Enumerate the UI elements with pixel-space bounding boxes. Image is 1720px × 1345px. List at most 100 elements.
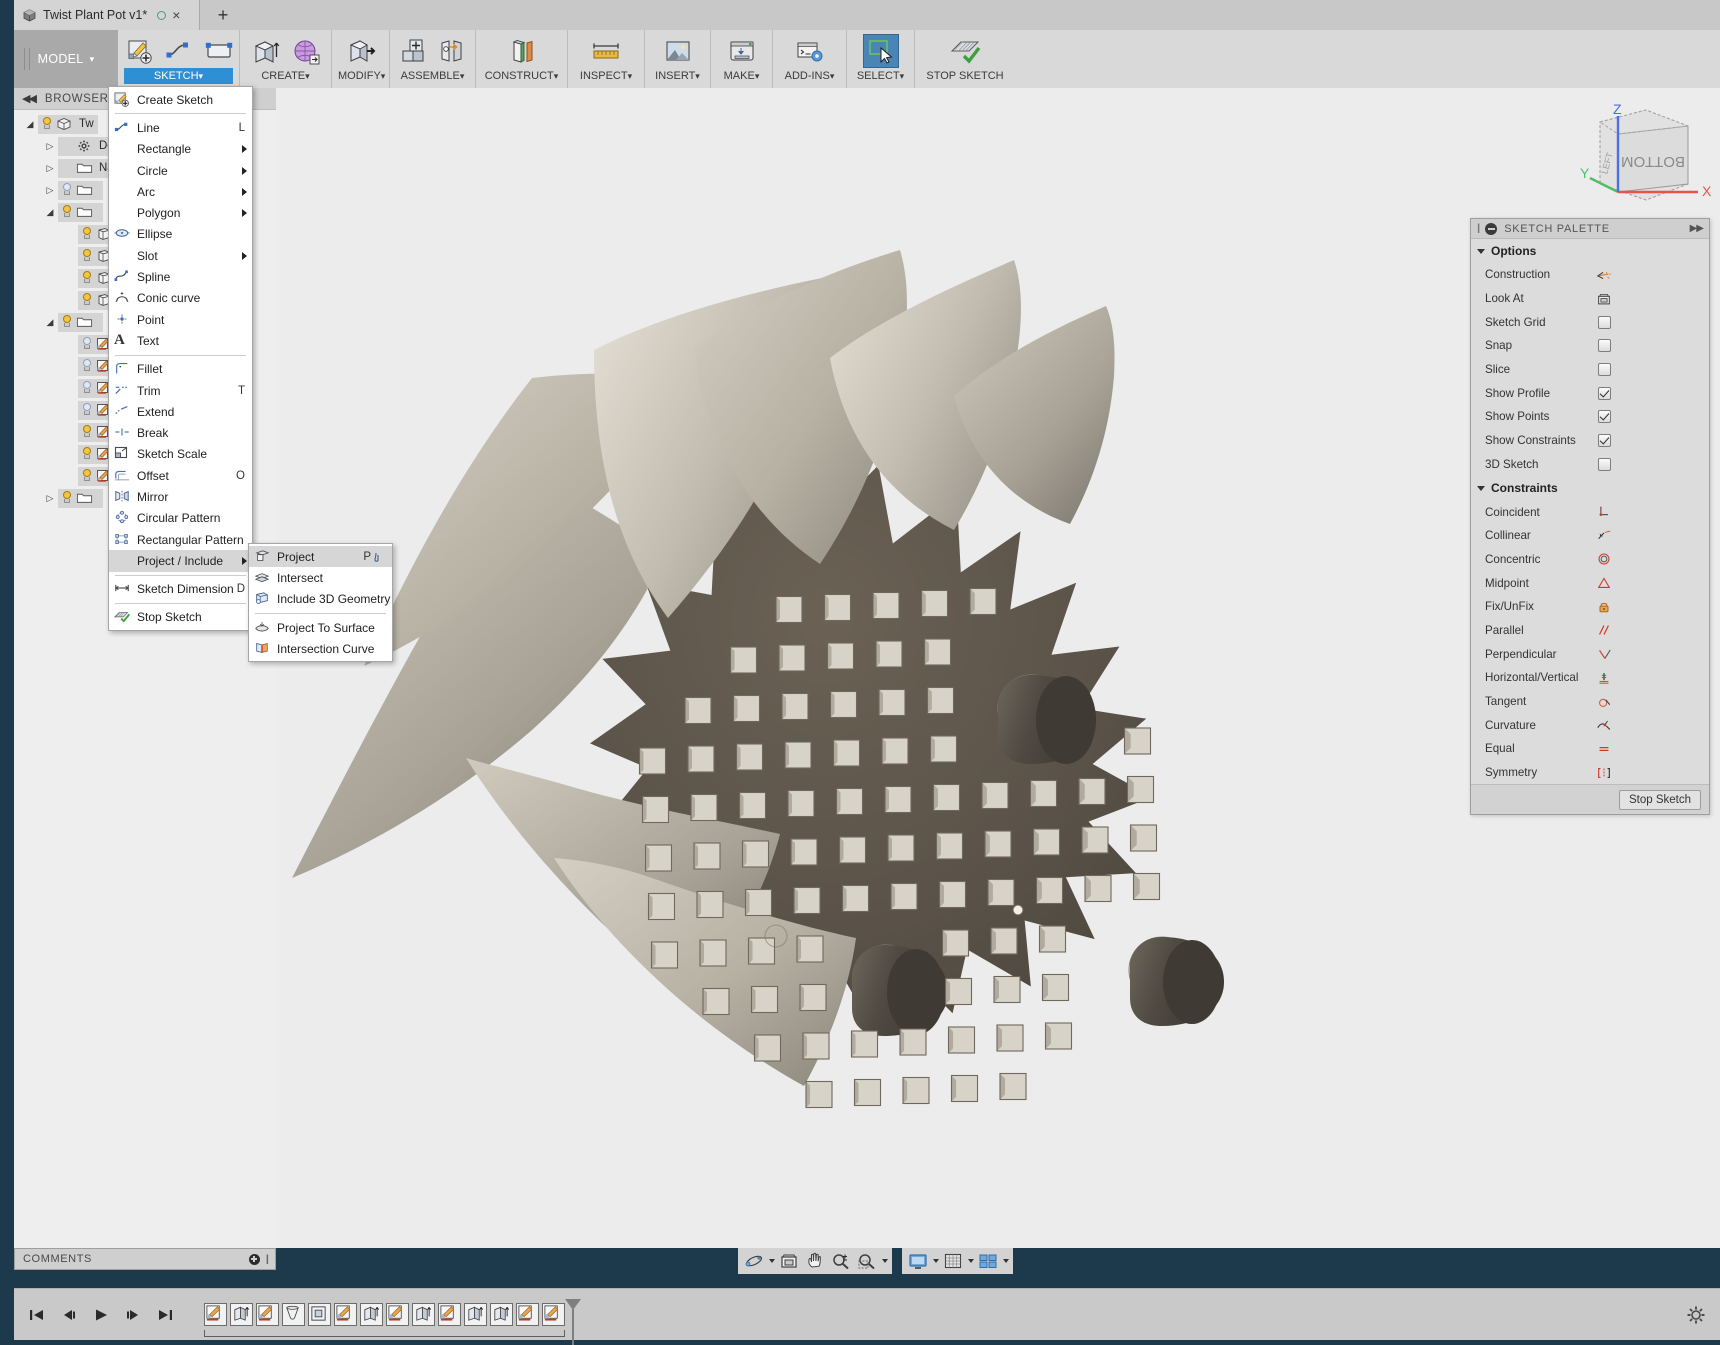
equal-constraint-icon[interactable] bbox=[1596, 742, 1612, 756]
menu-item-rectangle[interactable]: Rectangle bbox=[109, 139, 252, 160]
expand-arrow-icon[interactable]: ▷ bbox=[42, 163, 58, 174]
grip-icon[interactable]: || bbox=[1477, 223, 1481, 234]
menu-item-trim[interactable]: Trim T bbox=[109, 380, 252, 401]
collinear-constraint-icon[interactable] bbox=[1596, 529, 1612, 543]
offset-plane-icon[interactable] bbox=[504, 34, 540, 68]
new-component-icon[interactable] bbox=[395, 34, 431, 68]
submenu-item-project-to-surface[interactable]: Project To Surface bbox=[249, 617, 392, 638]
timeline-feature-sketch[interactable] bbox=[334, 1303, 357, 1326]
palette-row-concentric[interactable]: Concentric bbox=[1471, 548, 1709, 572]
palette-row-look-at[interactable]: Look At bbox=[1471, 287, 1709, 311]
timeline-feature-extrude[interactable] bbox=[412, 1303, 435, 1326]
ribbon-group-label-assemble[interactable]: ASSEMBLE▾ bbox=[396, 68, 469, 84]
submenu-item-project[interactable]: Project P bbox=[249, 546, 392, 568]
menu-item-extend[interactable]: Extend bbox=[109, 401, 252, 422]
ribbon-group-label-modify[interactable]: MODIFY▾ bbox=[338, 68, 385, 84]
palette-row-tangent[interactable]: Tangent bbox=[1471, 690, 1709, 714]
look-at-icon[interactable] bbox=[777, 1250, 801, 1272]
grip-icon[interactable]: || bbox=[266, 1254, 270, 1265]
visibility-bulb-icon[interactable] bbox=[78, 270, 96, 286]
timeline-settings-icon[interactable] bbox=[1686, 1305, 1706, 1325]
visibility-bulb-icon[interactable] bbox=[38, 116, 56, 132]
visibility-bulb-icon[interactable] bbox=[78, 226, 96, 242]
visibility-bulb-icon[interactable] bbox=[78, 380, 96, 396]
pin-icon[interactable] bbox=[373, 551, 387, 563]
scripts-addins-icon[interactable] bbox=[792, 34, 828, 68]
menu-item-stop-sketch[interactable]: Stop Sketch bbox=[109, 607, 252, 628]
zoom-window-icon[interactable] bbox=[855, 1250, 879, 1272]
timeline-feature-extrude[interactable] bbox=[230, 1303, 253, 1326]
menu-item-break[interactable]: Break bbox=[109, 422, 252, 443]
timeline-feature-shell[interactable] bbox=[308, 1303, 331, 1326]
visibility-bulb-icon[interactable] bbox=[78, 248, 96, 264]
palette-section-constraints[interactable]: Constraints bbox=[1471, 476, 1709, 500]
menu-item-text[interactable]: A Text bbox=[109, 330, 252, 351]
menu-item-rectangular-pattern[interactable]: Rectangular Pattern bbox=[109, 529, 252, 550]
submenu-item-intersection-curve[interactable]: Intersection Curve bbox=[249, 638, 392, 659]
concentric-constraint-icon[interactable] bbox=[1596, 552, 1612, 566]
timeline-feature-sketch[interactable] bbox=[386, 1303, 409, 1326]
tangent-constraint-icon[interactable] bbox=[1596, 695, 1612, 709]
step-forward-icon[interactable] bbox=[124, 1307, 142, 1323]
timeline-feature-extrude[interactable] bbox=[490, 1303, 513, 1326]
select-icon[interactable] bbox=[862, 34, 899, 68]
palette-row-midpoint[interactable]: Midpoint bbox=[1471, 571, 1709, 595]
visibility-bulb-icon[interactable] bbox=[78, 336, 96, 352]
project-include-submenu[interactable]: Project P Intersect Include 3D Geometry Proj… bbox=[248, 543, 393, 663]
ribbon-group-label-stop-sketch[interactable]: STOP SKETCH bbox=[921, 68, 1009, 84]
expand-right-icon[interactable]: ▶▶ bbox=[1690, 223, 1704, 234]
create-sketch-icon[interactable] bbox=[121, 34, 157, 68]
palette-row-snap[interactable]: Snap bbox=[1471, 334, 1709, 358]
grid-snaps-icon[interactable] bbox=[941, 1250, 965, 1272]
show-profile-checkbox[interactable] bbox=[1597, 386, 1611, 400]
submenu-item-include-3d-geometry[interactable]: Include 3D Geometry bbox=[249, 589, 392, 610]
collapse-arrow-icon[interactable]: ◢ bbox=[42, 207, 58, 218]
show-points-checkbox[interactable] bbox=[1597, 410, 1611, 424]
viewcube[interactable]: BOTTOM LEFT X Y Z bbox=[1562, 92, 1712, 232]
menu-item-spline[interactable]: Spline bbox=[109, 266, 252, 287]
menu-item-fillet[interactable]: Fillet bbox=[109, 359, 252, 380]
sketch-grid-checkbox[interactable] bbox=[1597, 315, 1611, 329]
collapse-left-icon[interactable]: ◀◀ bbox=[22, 92, 37, 105]
viewports-icon[interactable] bbox=[976, 1250, 1000, 1272]
visibility-bulb-icon[interactable] bbox=[58, 490, 76, 506]
timeline-feature-loft[interactable] bbox=[282, 1303, 305, 1326]
ribbon-group-label-sketch[interactable]: SKETCH▾ bbox=[124, 68, 233, 84]
chevron-down-icon[interactable] bbox=[882, 1259, 888, 1263]
palette-row-perpendicular[interactable]: Perpendicular bbox=[1471, 642, 1709, 666]
palette-row-collinear[interactable]: Collinear bbox=[1471, 524, 1709, 548]
visibility-bulb-icon[interactable] bbox=[78, 446, 96, 462]
timeline-feature-extrude[interactable] bbox=[360, 1303, 383, 1326]
timeline-feature-sketch[interactable] bbox=[204, 1303, 227, 1326]
menu-item-offset[interactable]: Offset O bbox=[109, 465, 252, 486]
palette-row-equal[interactable]: Equal bbox=[1471, 737, 1709, 761]
palette-section-options[interactable]: Options bbox=[1471, 239, 1709, 263]
palette-row-parallel[interactable]: Parallel bbox=[1471, 619, 1709, 643]
palette-row-show-constraints[interactable]: Show Constraints bbox=[1471, 429, 1709, 453]
palette-row-coincident[interactable]: Coincident bbox=[1471, 500, 1709, 524]
palette-row-curvature[interactable]: Curvature bbox=[1471, 713, 1709, 737]
stop-sketch-icon[interactable] bbox=[947, 34, 983, 68]
go-to-beginning-icon[interactable] bbox=[28, 1307, 46, 1323]
chevron-down-icon[interactable] bbox=[933, 1259, 939, 1263]
fix-unfix-constraint-icon[interactable] bbox=[1596, 600, 1612, 614]
menu-item-polygon[interactable]: Polygon bbox=[109, 202, 252, 223]
palette-row-symmetry[interactable]: Symmetry bbox=[1471, 761, 1709, 785]
timeline-feature-sketch[interactable] bbox=[256, 1303, 279, 1326]
coincident-constraint-icon[interactable] bbox=[1596, 505, 1612, 519]
menu-item-sketch-scale[interactable]: Sketch Scale bbox=[109, 444, 252, 465]
expand-arrow-icon[interactable]: ▷ bbox=[42, 141, 58, 152]
ribbon-group-label-select[interactable]: SELECT▾ bbox=[853, 68, 908, 84]
midpoint-constraint-icon[interactable] bbox=[1596, 576, 1612, 590]
ribbon-group-label-create[interactable]: CREATE▾ bbox=[246, 68, 325, 84]
visibility-bulb-icon[interactable] bbox=[58, 182, 76, 198]
menu-item-project-include[interactable]: Project / Include bbox=[109, 550, 252, 572]
comments-panel[interactable]: COMMENTS || bbox=[14, 1248, 276, 1270]
ribbon-group-label-make[interactable]: MAKE▾ bbox=[717, 68, 766, 84]
3d-print-icon[interactable] bbox=[724, 34, 760, 68]
chevron-down-icon[interactable] bbox=[968, 1259, 974, 1263]
timeline-feature-sketch[interactable] bbox=[516, 1303, 539, 1326]
visibility-bulb-icon[interactable] bbox=[58, 314, 76, 330]
orbit-icon[interactable] bbox=[742, 1250, 766, 1272]
ribbon-group-label-construct[interactable]: CONSTRUCT▾ bbox=[482, 68, 561, 84]
